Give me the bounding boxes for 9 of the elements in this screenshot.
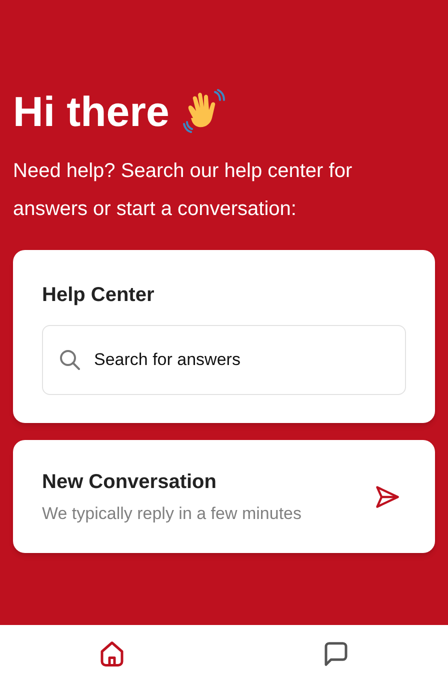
help-center-title: Help Center xyxy=(42,283,156,308)
new-conversation-card[interactable]: New Conversation We typically reply in a few minutes xyxy=(13,440,435,553)
greeting-subtitle: Need help? Search our help center for answers or start a conversation: xyxy=(13,159,354,222)
new-conversation-title: New Conversation xyxy=(42,470,218,495)
greeting-title: Hi there xyxy=(13,87,170,137)
search-field[interactable]: Search for answers xyxy=(42,325,406,395)
search-icon xyxy=(58,348,82,372)
send-icon xyxy=(374,484,400,510)
new-conversation-subtitle: We typically reply in a few minutes xyxy=(42,502,302,525)
